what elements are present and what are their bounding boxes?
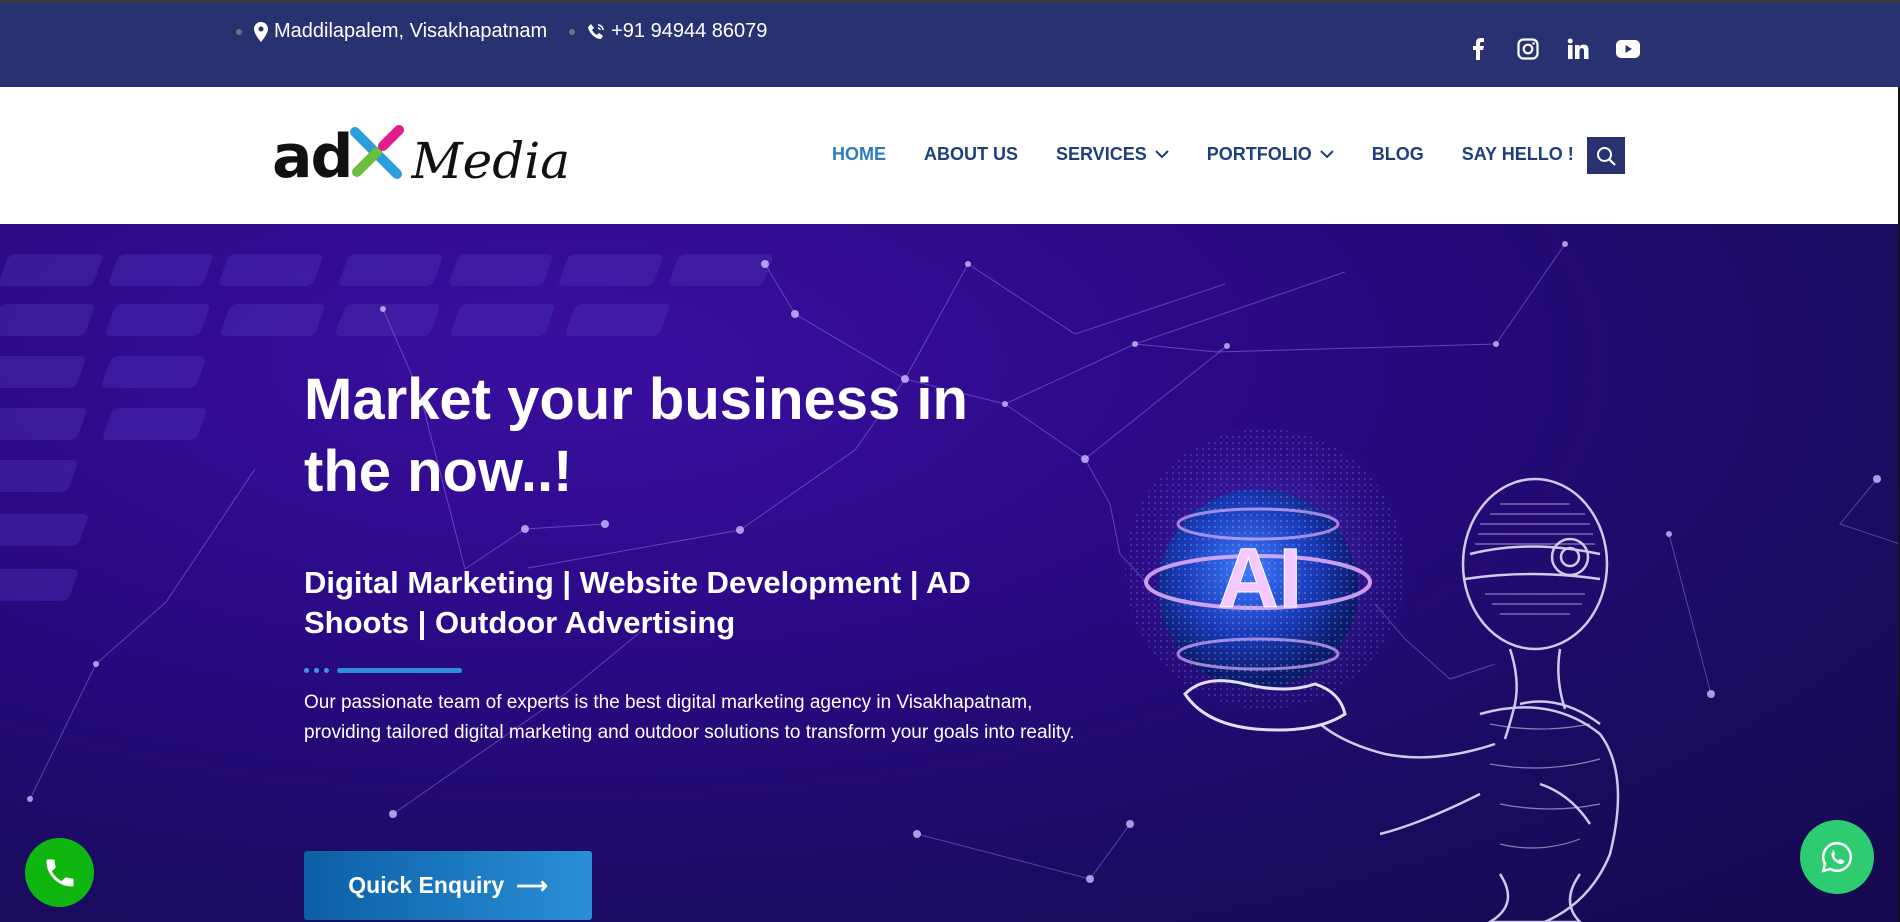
call-button[interactable] (25, 838, 94, 907)
divider-dot (304, 668, 309, 673)
chevron-down-icon (1319, 150, 1334, 159)
divider-dot (314, 668, 319, 673)
hero-section: Market your business in the now..! Digit… (0, 224, 1900, 922)
youtube-icon[interactable] (1603, 35, 1653, 63)
whatsapp-icon (1821, 841, 1853, 873)
phone-text[interactable]: +91 94944 86079 (611, 20, 767, 43)
adx-media-logo[interactable]: ad Media (272, 124, 570, 190)
divider-dot (324, 668, 329, 673)
instagram-icon[interactable] (1503, 35, 1553, 63)
nav-home[interactable]: HOME (832, 144, 886, 165)
linkedin-icon[interactable] (1553, 35, 1603, 63)
hero-title: Market your business in the now..! (304, 367, 968, 504)
location-info: Maddilapalem, Visakhapatnam (236, 20, 547, 43)
nav-portfolio[interactable]: PORTFOLIO (1207, 144, 1334, 165)
phone-info[interactable]: +91 94944 86079 (569, 20, 767, 43)
bullet-dot (236, 28, 242, 35)
arrow-right-icon: ⟶ (516, 872, 548, 898)
nav-about-label: ABOUT US (924, 144, 1018, 164)
ai-text: AI (1218, 539, 1302, 619)
hero-subtitle: Digital Marketing | Website Development … (304, 565, 971, 640)
chevron-down-icon (1154, 150, 1169, 159)
nav-hello-label: SAY HELLO ! (1461, 144, 1574, 164)
quick-enquiry-label: Quick Enquiry (348, 872, 505, 898)
nav-say-hello[interactable]: SAY HELLO ! (1462, 144, 1574, 165)
facebook-icon[interactable] (1453, 35, 1503, 63)
search-icon (1597, 146, 1616, 166)
bullet-dot (569, 28, 576, 35)
phone-icon (588, 23, 604, 39)
search-button[interactable] (1587, 137, 1625, 174)
nav-services-label: SERVICES (1056, 144, 1147, 164)
site-header: ad Media HOME ABOUT US SERVICES PORTFOLI… (0, 87, 1900, 224)
top-bar: Maddilapalem, Visakhapatnam +91 94944 86… (0, 0, 1900, 87)
ai-globe-label: AI (1218, 539, 1303, 619)
nav-blog-label: BLOG (1371, 144, 1424, 164)
nav-about-us[interactable]: ABOUT US (924, 144, 1018, 165)
social-links (1453, 35, 1653, 63)
map-pin-icon (254, 21, 268, 42)
contact-info: Maddilapalem, Visakhapatnam +91 94944 86… (236, 20, 789, 43)
phone-icon (46, 859, 73, 886)
main-nav: HOME ABOUT US SERVICES PORTFOLIO BLOG SA… (832, 144, 1612, 165)
logo-ad-text: ad (272, 122, 353, 192)
logo-media-text: Media (411, 132, 571, 190)
divider-bar (337, 668, 462, 673)
nav-home-label: HOME (832, 144, 886, 164)
hero-description: Our passionate team of experts is the be… (304, 692, 1075, 743)
logo-x-icon (350, 125, 405, 179)
quick-enquiry-button[interactable]: Quick Enquiry ⟶ (304, 851, 592, 920)
nav-portfolio-label: PORTFOLIO (1206, 144, 1312, 164)
location-text: Maddilapalem, Visakhapatnam (274, 20, 548, 42)
whatsapp-button[interactable] (1800, 820, 1874, 894)
nav-services[interactable]: SERVICES (1056, 144, 1169, 165)
nav-blog[interactable]: BLOG (1372, 144, 1424, 165)
title-divider (304, 668, 462, 673)
